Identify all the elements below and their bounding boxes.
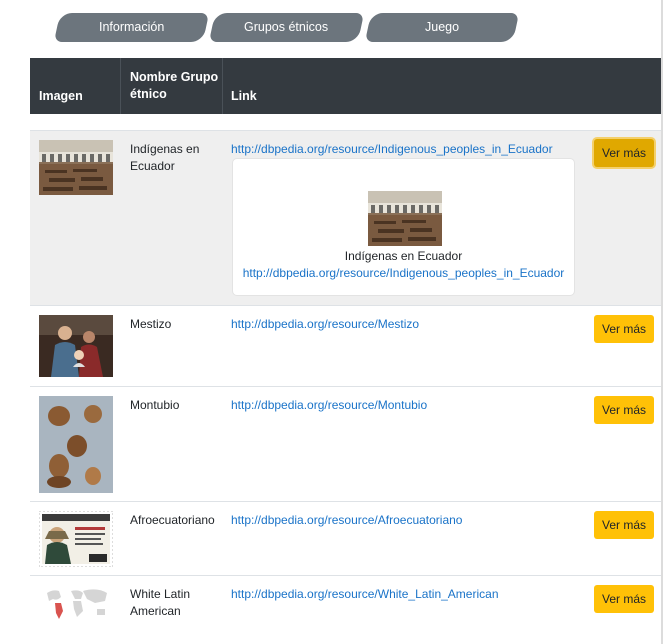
group-link[interactable]: http://dbpedia.org/resource/Montubio <box>231 397 427 414</box>
table-row: Mestizo http://dbpedia.org/resource/Mest… <box>30 305 661 386</box>
ver-mas-button[interactable]: Ver más <box>594 396 654 424</box>
table-row: Afroecuatoriano http://dbpedia.org/resou… <box>30 501 661 575</box>
ethnic-groups-table: Imagen Nombre Grupo étnico Link Indígena… <box>30 58 661 621</box>
group-name: Afroecuatoriano <box>130 513 215 527</box>
tab-informacion[interactable]: Información <box>53 13 210 42</box>
ver-mas-button[interactable]: Ver más <box>594 139 654 167</box>
group-link[interactable]: http://dbpedia.org/resource/Mestizo <box>231 316 419 333</box>
detail-card: Indígenas en Ecuador http://dbpedia.org/… <box>232 158 575 296</box>
ceramic-vessels-photo <box>39 396 113 493</box>
group-name: Mestizo <box>130 317 172 331</box>
tab-label: Información <box>98 20 165 34</box>
ver-mas-button[interactable]: Ver más <box>594 315 654 343</box>
tab-grupos-etnicos[interactable]: Grupos étnicos <box>208 13 365 42</box>
table-row: Montubio http://dbpedia.org/resource/Mon… <box>30 386 661 501</box>
header-link: Link <box>231 89 257 103</box>
table-header: Imagen Nombre Grupo étnico Link <box>30 58 661 114</box>
world-map-icon <box>39 585 113 621</box>
group-name: White Latin American <box>130 587 191 618</box>
tab-label: Grupos étnicos <box>244 20 329 34</box>
tab-juego[interactable]: Juego <box>364 13 520 42</box>
colonial-portrait-painting <box>39 315 113 377</box>
table-row: White Latin American http://dbpedia.org/… <box>30 575 661 644</box>
page-right-border <box>661 0 663 644</box>
detail-card-title: Indígenas en Ecuador <box>344 249 463 263</box>
group-link[interactable]: http://dbpedia.org/resource/Afroecuatori… <box>231 512 462 529</box>
header-image: Imagen <box>39 89 83 103</box>
detail-card-link[interactable]: http://dbpedia.org/resource/Indigenous_p… <box>233 266 574 280</box>
postage-stamp-icon <box>39 511 113 567</box>
ver-mas-button[interactable]: Ver más <box>594 511 654 539</box>
group-name: Indígenas en Ecuador <box>130 142 200 173</box>
group-link[interactable]: http://dbpedia.org/resource/Indigenous_p… <box>231 141 553 158</box>
group-link[interactable]: http://dbpedia.org/resource/White_Latin_… <box>231 586 499 603</box>
ver-mas-button[interactable]: Ver más <box>594 585 654 613</box>
cloister-courtyard-photo <box>39 140 113 195</box>
header-divider <box>120 58 121 114</box>
header-name: Nombre Grupo étnico <box>130 70 219 101</box>
cloister-courtyard-photo <box>368 191 442 246</box>
table-row: Indígenas en Ecuador http://dbpedia.org/… <box>30 130 661 305</box>
tab-label: Juego <box>424 20 460 34</box>
group-name: Montubio <box>130 398 180 412</box>
